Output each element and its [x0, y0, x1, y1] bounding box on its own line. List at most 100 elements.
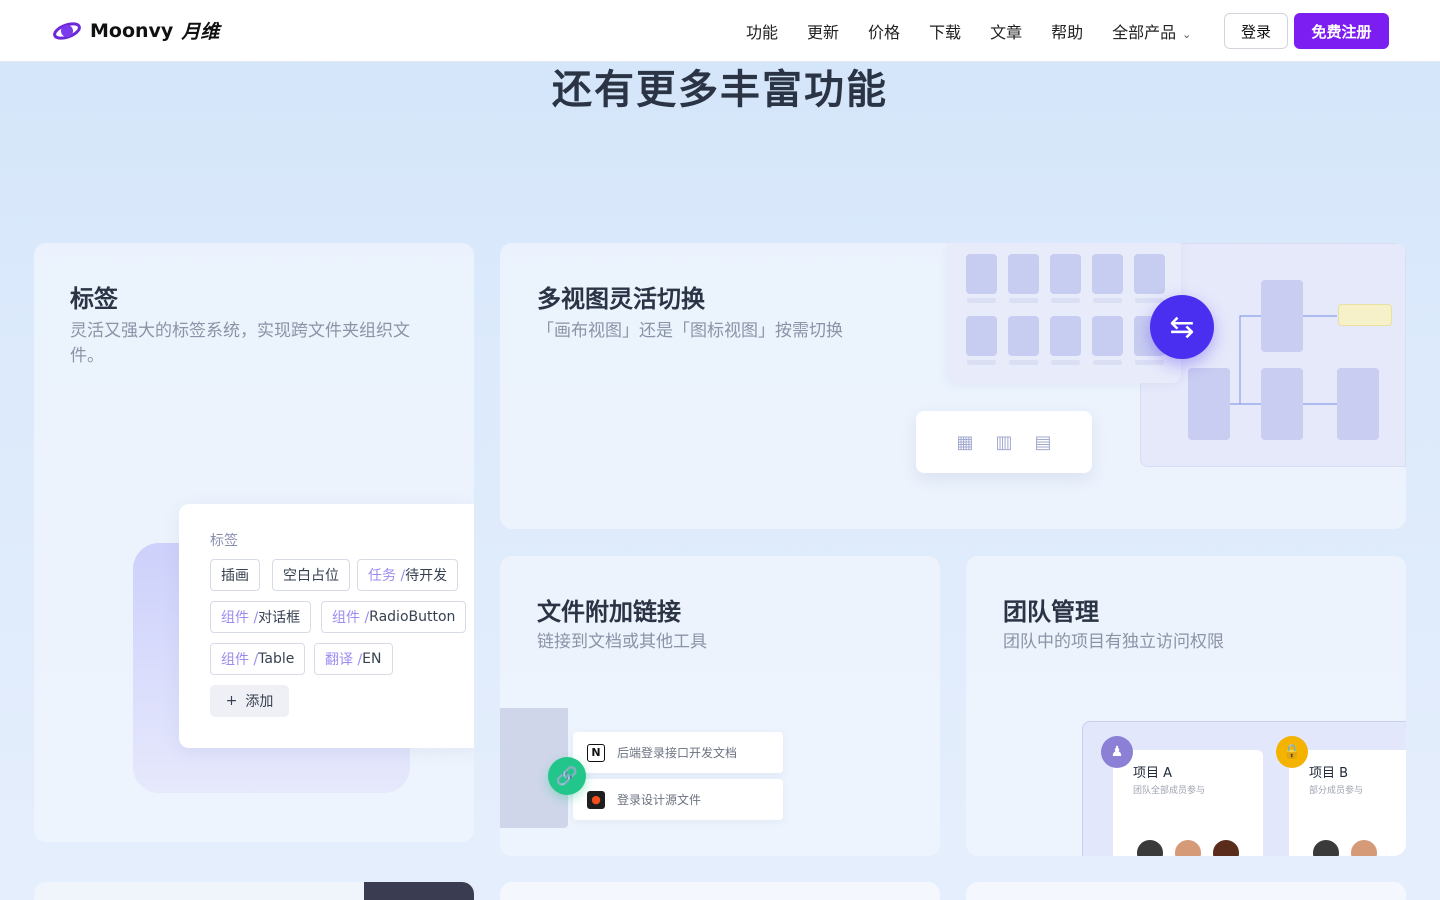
tag-prefix: 翻译 /	[325, 652, 363, 668]
tag-chip[interactable]: 组件 / RadioButton	[321, 601, 467, 633]
tag-prefix: 组件 /	[332, 610, 370, 626]
tag-text: RadioButton	[369, 609, 456, 625]
grid-caption	[1093, 298, 1122, 303]
tag-chip[interactable]: 空白占位	[272, 559, 350, 591]
avatar	[1311, 838, 1341, 856]
project-subtitle: 部分成员参与	[1309, 786, 1364, 796]
grid-cell	[1008, 316, 1039, 356]
feature-card-partial	[500, 882, 940, 900]
tag-panel: 标签 插画 空白占位 任务 / 待开发 组件 / 对话框 组件 / RadioB…	[179, 504, 474, 748]
tag-chip[interactable]: 组件 / 对话框	[210, 601, 312, 633]
grid-caption	[1009, 360, 1038, 365]
grid-cell	[1092, 254, 1123, 294]
nav-link-download[interactable]: 下载	[929, 19, 961, 43]
figma-icon: ●	[587, 790, 605, 809]
tag-prefix: 组件 /	[221, 610, 259, 626]
nav-link-updates[interactable]: 更新	[807, 19, 839, 43]
grid-cell	[1050, 316, 1081, 356]
tag-text: 插画	[221, 568, 249, 584]
card-description: 「画布视图」还是「图标视图」按需切换	[537, 321, 843, 341]
code-preview	[364, 882, 474, 900]
team-feature-card: 团队管理 团队中的项目有独立访问权限 项目 A 团队全部成员参与 项目 B 部分…	[966, 556, 1406, 856]
tag-chip[interactable]: 任务 / 待开发	[357, 559, 459, 591]
nav-link-articles[interactable]: 文章	[990, 19, 1022, 43]
chevron-down-icon: ⌄	[1182, 28, 1192, 41]
view-mode-toolbar: ▦ ▥ ▤	[916, 411, 1092, 473]
link-icon: 🔗	[548, 757, 586, 795]
tag-text: Table	[258, 651, 295, 667]
card-description: 灵活又强大的标签系统，实现跨文件夹组织文件。	[70, 321, 410, 366]
grid-cell	[1134, 254, 1165, 294]
grid-cell	[1008, 254, 1039, 294]
signup-button[interactable]: 免费注册	[1294, 13, 1389, 49]
grid-caption	[1051, 360, 1080, 365]
add-tag-button[interactable]: + 添加	[210, 685, 289, 717]
card-description: 链接到文档或其他工具	[537, 632, 707, 652]
login-button[interactable]: 登录	[1224, 13, 1288, 49]
section-heading: 还有更多丰富功能	[552, 67, 888, 113]
team-icon: ♟	[1101, 736, 1133, 768]
tags-feature-card: 标签 灵活又强大的标签系统，实现跨文件夹组织文件。 标签 插画 空白占位 任务 …	[34, 243, 474, 842]
switch-view-icon[interactable]: ⇆	[1150, 295, 1214, 359]
nav-link-pricing[interactable]: 价格	[868, 19, 900, 43]
grid-cell	[1092, 316, 1123, 356]
grid-caption	[1051, 298, 1080, 303]
grid-cell	[966, 254, 997, 294]
project-name: 项目 A	[1133, 766, 1173, 781]
grid-caption	[1135, 360, 1164, 365]
brand-name-cn: 月维	[181, 21, 220, 43]
lock-icon: 🔒	[1276, 736, 1308, 768]
plus-icon: +	[225, 693, 238, 709]
grid-caption	[1009, 298, 1038, 303]
filelink-feature-card: 文件附加链接 链接到文档或其他工具 N 后端登录接口开发文档 ● 登录设计源文件…	[500, 556, 940, 856]
project-subtitle: 团队全部成员参与	[1133, 786, 1206, 796]
nav-links: 功能 更新 价格 下载 文章 帮助 全部产品 ⌄	[746, 0, 1191, 62]
top-nav: Moonvy 月维 功能 更新 价格 下载 文章 帮助 全部产品 ⌄ 登录 免费注…	[0, 0, 1440, 62]
card-description: 团队中的项目有独立访问权限	[1003, 632, 1224, 652]
avatar	[1211, 838, 1241, 856]
board-view-icon[interactable]: ▥	[995, 432, 1012, 453]
grid-caption	[967, 360, 996, 365]
tag-prefix: 组件 /	[221, 652, 259, 668]
link-title: 后端登录接口开发文档	[617, 746, 738, 760]
avatar	[1349, 838, 1379, 856]
team-projects-preview: 项目 A 团队全部成员参与 项目 B 部分成员参与 ♟ 🔒	[1082, 721, 1406, 856]
all-products-label: 全部产品	[1112, 23, 1177, 42]
nav-link-help[interactable]: 帮助	[1051, 19, 1083, 43]
grid-caption	[967, 298, 996, 303]
multiview-feature-card: 多视图灵活切换 「画布视图」还是「图标视图」按需切换 ⇆ ▦ ▥ ▤	[500, 243, 1406, 529]
card-title: 多视图灵活切换	[537, 285, 705, 313]
feature-card-partial	[966, 882, 1406, 900]
card-title: 团队管理	[1003, 598, 1099, 626]
presentation-view-icon[interactable]: ▤	[1035, 432, 1052, 453]
grid-view-preview	[947, 243, 1181, 383]
tag-chip[interactable]: 组件 / Table	[210, 643, 306, 675]
avatar	[1173, 838, 1203, 856]
brand-name: Moonvy	[90, 19, 174, 42]
planet-logo-icon	[53, 21, 81, 40]
grid-caption	[1093, 360, 1122, 365]
tag-text: 待开发	[405, 568, 448, 584]
attached-link-item[interactable]: N 后端登录接口开发文档	[573, 732, 783, 773]
brand-logo[interactable]: Moonvy 月维	[52, 17, 219, 44]
tag-prefix: 任务 /	[368, 568, 406, 584]
notion-icon: N	[587, 743, 605, 762]
tag-text: 对话框	[258, 610, 301, 626]
nav-link-features[interactable]: 功能	[746, 19, 778, 43]
project-name: 项目 B	[1309, 766, 1349, 781]
tag-panel-label: 标签	[210, 533, 238, 549]
grid-view-icon[interactable]: ▦	[956, 432, 973, 453]
grid-cell	[966, 316, 997, 356]
tag-chip[interactable]: 翻译 / EN	[314, 643, 393, 675]
card-title: 标签	[70, 285, 118, 313]
attached-link-item[interactable]: ● 登录设计源文件	[573, 779, 783, 820]
card-title: 文件附加链接	[537, 598, 681, 626]
link-title: 登录设计源文件	[617, 793, 702, 807]
project-card[interactable]: 项目 B 部分成员参与	[1289, 750, 1406, 856]
add-tag-label: 添加	[245, 694, 274, 710]
project-card[interactable]: 项目 A 团队全部成员参与	[1113, 750, 1263, 856]
feature-card-partial	[34, 882, 474, 900]
nav-link-all-products[interactable]: 全部产品 ⌄	[1112, 19, 1191, 43]
tag-chip[interactable]: 插画	[210, 559, 260, 591]
tag-text: EN	[362, 651, 382, 667]
